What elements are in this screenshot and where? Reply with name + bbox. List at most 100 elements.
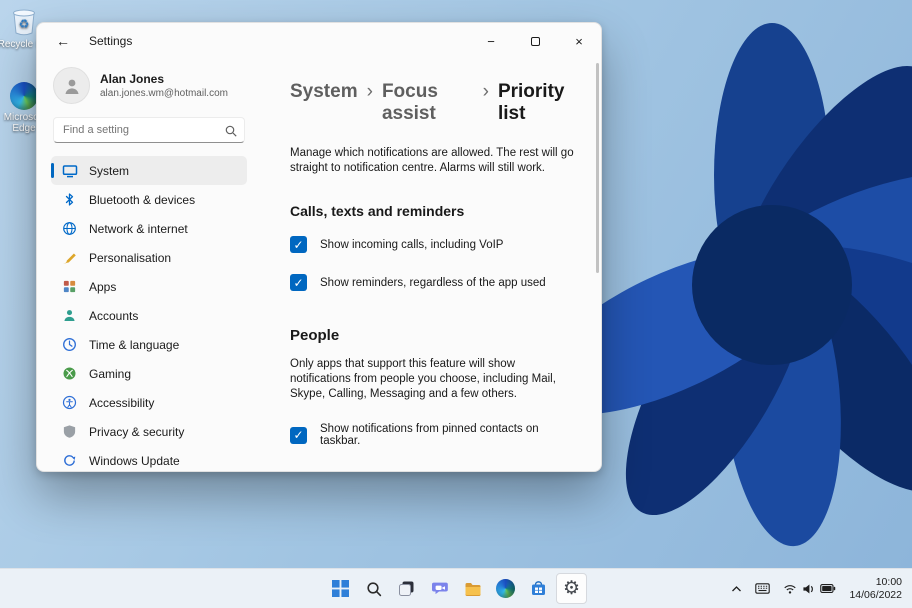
taskbar-settings-button[interactable]: ⚙ [556,573,587,604]
sidebar-item-apps[interactable]: Apps [51,272,247,301]
system-icon [61,163,78,179]
checkbox-pinned-contacts[interactable]: ✓ [290,426,307,444]
chevron-right-icon: › [366,81,373,102]
sidebar-item-label: Bluetooth & devices [89,192,196,207]
checkbox-row-incoming-calls: ✓ Show incoming calls, including VoIP [290,236,577,253]
bluetooth-icon [61,192,78,207]
profile[interactable]: Alan Jones alan.jones.wm@hotmail.com [51,61,247,117]
breadcrumb-focus-assist[interactable]: Focus assist [382,81,474,125]
close-button[interactable]: × [557,23,601,59]
sidebar-item-label: Accounts [89,308,139,323]
sidebar-item-label: Personalisation [89,250,172,265]
breadcrumb-current: Priority list [497,81,565,124]
edge-icon [10,82,38,110]
settings-content: System › Focus assist › Priority list Ma… [261,59,601,471]
checkbox-label: Show reminders, regardless of the app us… [320,276,546,289]
sidebar-item-label: Apps [89,279,117,294]
check-icon: ✓ [293,428,304,442]
sidebar-item-personalisation[interactable]: Personalisation [51,243,247,272]
section-heading-calls: Calls, texts and reminders [290,203,465,219]
sidebar-item-gaming[interactable]: Gaming [51,359,247,388]
battery-icon [820,583,836,594]
scrollbar[interactable] [596,63,599,273]
checkbox-reminders[interactable]: ✓ [290,274,307,291]
sidebar-item-label: Windows Update [89,453,180,468]
store-icon [532,581,545,595]
chevron-right-icon: › [482,81,489,102]
task-view-icon [399,581,414,596]
maximize-icon [530,36,540,46]
file-explorer-icon [465,582,480,596]
taskbar-search-button[interactable] [358,573,389,604]
tray-chevron-up-icon[interactable] [729,583,744,595]
sidebar-item-label: Privacy & security [89,424,185,439]
search-icon [366,581,381,596]
clock-time: 10:00 [875,575,902,588]
wifi-icon [784,584,797,594]
sidebar-nav: System Bluetooth & devices Network & int… [51,156,247,471]
breadcrumb-system[interactable]: System [290,81,358,103]
network-icon [61,221,78,236]
sidebar-item-accessibility[interactable]: Accessibility [51,388,247,417]
sidebar-item-time-language[interactable]: Time & language [51,330,247,359]
privacy-icon [61,424,78,439]
tray-network-volume-battery[interactable] [781,581,838,597]
volume-icon [803,583,814,594]
recycle-bin-icon: ♻ [13,9,35,36]
checkbox-incoming-calls[interactable]: ✓ [290,236,307,253]
gaming-icon [61,366,78,381]
sidebar-item-accounts[interactable]: Accounts [51,301,247,330]
checkbox-label: Show incoming calls, including VoIP [320,238,504,251]
taskbar: ⚙ 10:00 14/06/2022 [0,568,912,608]
sidebar-item-bluetooth[interactable]: Bluetooth & devices [51,185,247,214]
back-button[interactable]: ← [47,27,79,55]
sidebar-item-label: System [89,163,130,178]
close-icon: × [575,33,583,49]
sidebar-item-label: Gaming [89,366,132,381]
edge-icon [496,579,515,598]
search-box [53,117,245,143]
sidebar-item-network[interactable]: Network & internet [51,214,247,243]
profile-name: Alan Jones [100,72,165,86]
intro-text: Manage which notifications are allowed. … [290,147,574,174]
minimize-button[interactable]: − [469,23,513,59]
titlebar: ← Settings − × [37,23,601,59]
settings-gear-icon: ⚙ [562,578,581,599]
chat-icon [431,582,448,595]
breadcrumb: System › Focus assist › Priority list [290,81,577,125]
maximize-button[interactable] [513,23,557,59]
check-icon: ✓ [293,275,304,290]
taskbar-file-explorer-button[interactable] [457,573,488,604]
time-language-icon [61,337,78,352]
start-icon [332,580,349,597]
tray-touch-keyboard-icon[interactable] [753,581,772,596]
sidebar: Alan Jones alan.jones.wm@hotmail.com Sys… [37,59,261,471]
settings-window: ← Settings − × Alan Jones alan.jones.wm@… [36,22,602,472]
people-description: Only apps that support this feature will… [290,358,556,400]
taskbar-clock[interactable]: 10:00 14/06/2022 [847,576,904,602]
accessibility-icon [61,395,78,410]
taskbar-center: ⚙ [325,573,587,604]
sidebar-item-windows-update[interactable]: Windows Update [51,446,247,471]
search-icon [225,124,237,142]
sidebar-item-system[interactable]: System [51,156,247,185]
clock-date: 14/06/2022 [849,588,902,601]
taskbar-start-button[interactable] [325,573,356,604]
checkbox-row-reminders: ✓ Show reminders, regardless of the app … [290,274,577,291]
svg-text:♻: ♻ [19,17,30,31]
taskbar-task-view-button[interactable] [391,573,422,604]
minimize-icon: − [487,33,495,49]
taskbar-store-button[interactable] [523,573,554,604]
accounts-icon [61,308,78,323]
profile-email: alan.jones.wm@hotmail.com [100,88,228,99]
system-tray: 10:00 14/06/2022 [729,569,904,608]
checkbox-row-pinned-contacts: ✓ Show notifications from pinned contact… [290,423,577,447]
taskbar-edge-button[interactable] [490,573,521,604]
search-input[interactable] [53,117,245,143]
person-icon [65,79,78,94]
sidebar-item-label: Network & internet [89,221,188,236]
taskbar-chat-button[interactable] [424,573,455,604]
avatar [53,67,90,104]
personalisation-icon [61,250,78,265]
sidebar-item-privacy[interactable]: Privacy & security [51,417,247,446]
